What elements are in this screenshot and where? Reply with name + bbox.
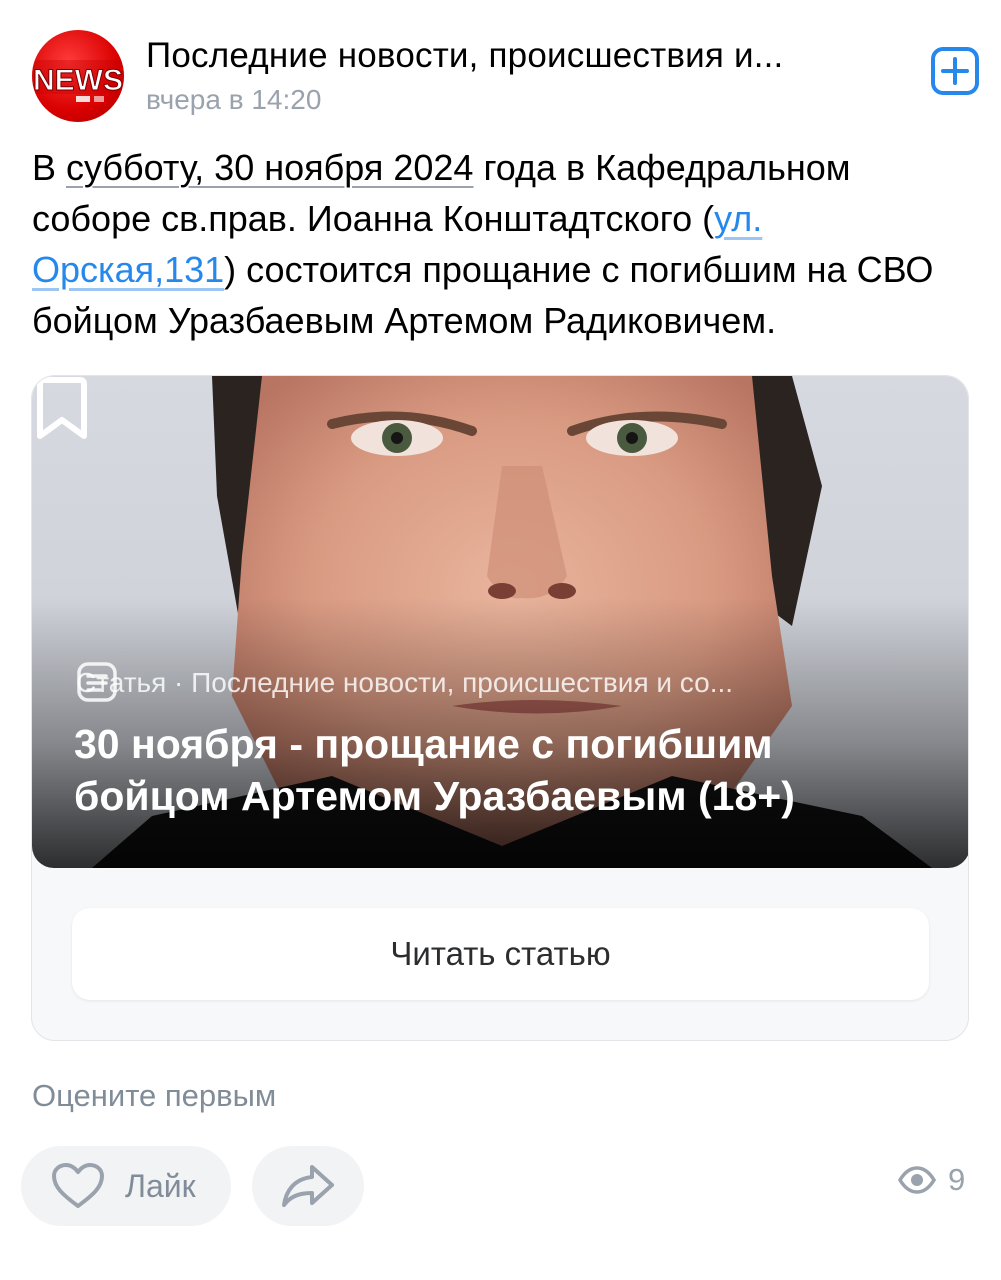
article-title[interactable]: 30 ноября - прощание с погибшим бойцом А… (74, 718, 934, 822)
read-article-button[interactable]: Читать статью (72, 908, 929, 1000)
post-header: NEWS Последние новости, происшествия и..… (32, 30, 980, 122)
article-cover-image[interactable]: Статья · Последние новости, происшествия… (32, 376, 968, 868)
channel-avatar[interactable]: NEWS (32, 30, 124, 122)
article-card[interactable]: Статья · Последние новости, происшествия… (31, 375, 969, 1041)
rate-first-label: Оцените первым (32, 1078, 277, 1113)
subscribe-plus-icon[interactable] (930, 46, 980, 96)
news-logo: NEWS (32, 60, 124, 102)
bookmark-icon[interactable] (32, 376, 92, 442)
views-counter: 9 (898, 1162, 965, 1198)
views-count: 9 (948, 1162, 966, 1197)
post-time: вчера в 14:20 (146, 84, 322, 115)
channel-title[interactable]: Последние новости, происшествия и... (146, 36, 906, 76)
share-button[interactable] (252, 1146, 364, 1226)
date-mention[interactable]: субботу, 30 ноября 2024 (66, 147, 473, 188)
svg-text:NEWS: NEWS (33, 64, 123, 97)
eye-icon (898, 1166, 936, 1194)
post-text-part: В (32, 147, 67, 188)
article-meta: Статья · Последние новости, происшествия… (76, 661, 926, 705)
heart-icon (52, 1163, 104, 1208)
like-label: Лайк (125, 1167, 196, 1204)
share-icon (282, 1165, 334, 1207)
post-text: В субботу, 30 ноября 2024 года в Кафедра… (32, 142, 972, 346)
like-button[interactable]: Лайк (21, 1146, 231, 1226)
article-icon (77, 662, 117, 702)
article-meta-text: Статья · Последние новости, происшествия… (76, 667, 734, 698)
